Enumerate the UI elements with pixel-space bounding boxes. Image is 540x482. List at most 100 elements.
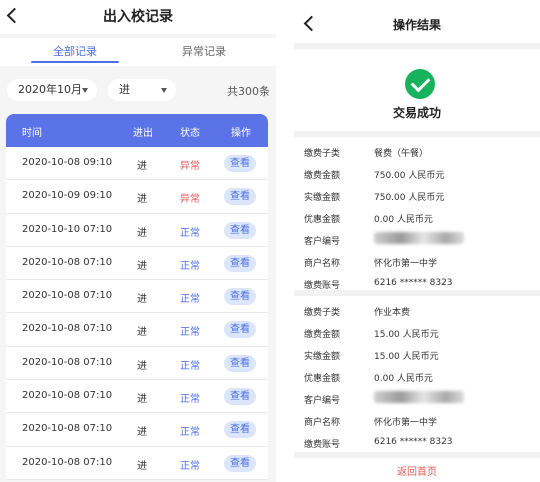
total-count: 共300条 <box>227 85 270 98</box>
row-status: 正常 <box>180 294 200 306</box>
detail-value: 餐费（午餐） <box>374 149 429 159</box>
month-select-value: 2020年10月 <box>18 83 82 96</box>
row-status: 正常 <box>180 227 200 239</box>
table-row: 2020-10-08 07:10 进 正常 查看 <box>6 313 268 347</box>
row-time: 2020-10-08 07:10 <box>22 323 113 335</box>
detail-value: 750.00 人民币元 <box>374 193 445 203</box>
return-home-link[interactable]: 返回首页 <box>294 463 540 478</box>
table-row: 2020-10-08 07:10 进 正常 查看 <box>6 346 268 381</box>
detail-label: 实缴金额 <box>304 352 341 362</box>
row-time: 2020-10-08 07:10 <box>22 256 113 268</box>
records-table: 2020-10-08 09:10 进异常 查看 2020-10-09 09:10 进异常… <box>6 147 268 480</box>
detail-value: 作业本费 <box>374 308 411 318</box>
view-button[interactable]: 查看 <box>224 321 256 339</box>
view-button[interactable]: 查看 <box>224 288 256 306</box>
detail-label: 客户编号 <box>304 237 341 247</box>
view-button[interactable]: 查看 <box>224 254 256 272</box>
view-button[interactable]: 查看 <box>224 421 256 439</box>
access-records-screen: 出入校记录 全部记录 异常记录 2020年10月 进 共300条 时间 进出 状… <box>0 0 276 482</box>
caret-down-icon <box>161 88 167 93</box>
row-time: 2020-10-08 07:10 <box>22 456 113 468</box>
divider <box>294 43 540 49</box>
detail-value: 0.00 人民币元 <box>374 215 433 225</box>
nav-bar: 操作结果 <box>294 0 540 40</box>
row-status: 正常 <box>180 260 200 272</box>
row-time: 2020-10-08 07:10 <box>22 356 113 368</box>
detail-label: 缴费子类 <box>304 149 341 159</box>
detail-label: 商户名称 <box>304 418 341 428</box>
row-direction: 进 <box>137 161 147 172</box>
detail-label: 优惠金额 <box>304 215 341 225</box>
row-direction: 进 <box>137 327 147 339</box>
table-row: 2020-10-08 07:10 进 正常 查看 <box>6 280 268 314</box>
customer-number-redacted <box>374 391 464 404</box>
table-row: 2020-10-08 07:10 进 正常 查看 <box>6 246 268 281</box>
customer-number-redacted <box>374 232 464 245</box>
row-direction: 进 <box>137 460 147 472</box>
column-time: 时间 <box>22 128 42 139</box>
row-status: 正常 <box>180 460 200 472</box>
detail-value: 750.00 人民币元 <box>374 171 445 181</box>
view-button[interactable]: 查看 <box>224 354 256 372</box>
row-time: 2020-10-08 09:10 <box>22 157 113 168</box>
table-row: 2020-10-08 07:10 进 正常 查看 <box>6 413 268 447</box>
row-direction: 进 <box>137 394 147 406</box>
row-direction: 进 <box>137 260 147 272</box>
row-direction: 进 <box>137 360 147 372</box>
check-circle-icon <box>405 69 435 99</box>
detail-label: 缴费子类 <box>304 308 341 318</box>
detail-label: 缴费账号 <box>304 281 341 291</box>
column-status: 状态 <box>180 128 200 139</box>
row-direction: 进 <box>137 227 147 239</box>
detail-value: 6216 ****** 8323 <box>374 437 453 447</box>
detail-label: 商户名称 <box>304 259 341 269</box>
row-time: 2020-10-08 07:10 <box>22 390 113 402</box>
row-direction: 进 <box>137 294 147 306</box>
table-row: 2020-10-08 07:10 进 正常 查看 <box>6 446 268 480</box>
row-time: 2020-10-08 07:10 <box>22 423 113 435</box>
detail-value: 0.00 人民币元 <box>374 374 433 384</box>
section-divider <box>294 452 540 458</box>
detail-value: 怀化市第一中学 <box>374 259 438 269</box>
tab-abnormal-records[interactable]: 异常记录 <box>154 43 254 59</box>
table-row: 2020-10-09 09:10 进 异常 查看 <box>6 180 268 214</box>
view-button[interactable]: 查看 <box>224 155 256 172</box>
table-row: 2020-10-08 07:10 进 正常 查看 <box>6 380 268 414</box>
tab-all-records[interactable]: 全部记录 <box>25 43 125 59</box>
detail-value: 6216 ****** 8323 <box>374 278 453 288</box>
row-status: 正常 <box>180 427 200 439</box>
view-button[interactable]: 查看 <box>224 188 256 206</box>
page-title: 操作结果 <box>392 18 441 32</box>
payment-result-screen: 操作结果 交易成功 缴费子类 餐费（午餐） 缴费金额 750.00 人民币元实缴金额 7… <box>294 0 540 482</box>
row-status: 异常 <box>180 194 200 206</box>
direction-select[interactable]: 进 <box>108 79 176 101</box>
detail-value: 15.00 人民币元 <box>374 330 439 340</box>
detail-value: 15.00 人民币元 <box>374 352 439 362</box>
section-divider <box>294 131 540 137</box>
view-button[interactable]: 查看 <box>224 388 256 406</box>
table-header: 时间 进出 状态 操作 <box>6 114 268 147</box>
direction-select-value: 进 <box>119 83 130 96</box>
detail-label: 缴费金额 <box>304 330 341 340</box>
page-title: 出入校记录 <box>103 9 173 25</box>
view-button[interactable]: 查看 <box>224 221 256 239</box>
detail-label: 优惠金额 <box>304 374 341 384</box>
row-status: 正常 <box>180 327 200 339</box>
column-action: 操作 <box>231 128 251 139</box>
detail-label: 缴费金额 <box>304 171 341 181</box>
row-status: 异常 <box>180 161 200 172</box>
row-time: 2020-10-09 09:10 <box>22 190 113 202</box>
tab-active-indicator <box>31 61 119 63</box>
row-time: 2020-10-10 07:10 <box>22 223 113 235</box>
table-row: 2020-10-08 09:10 进 异常 查看 <box>6 147 268 181</box>
result-text: 交易成功 <box>392 106 441 120</box>
filter-bar: 2020年10月 进 共300条 <box>0 68 276 112</box>
table-row: 2020-10-10 07:10 进 正常 查看 <box>6 213 268 247</box>
row-time: 2020-10-08 07:10 <box>22 290 113 302</box>
view-button[interactable]: 查看 <box>224 454 256 472</box>
row-direction: 进 <box>137 194 147 206</box>
nav-bar: 出入校记录 <box>0 0 276 34</box>
month-select[interactable]: 2020年10月 <box>7 79 97 101</box>
detail-label: 缴费账号 <box>304 440 341 450</box>
row-direction: 进 <box>137 427 147 439</box>
